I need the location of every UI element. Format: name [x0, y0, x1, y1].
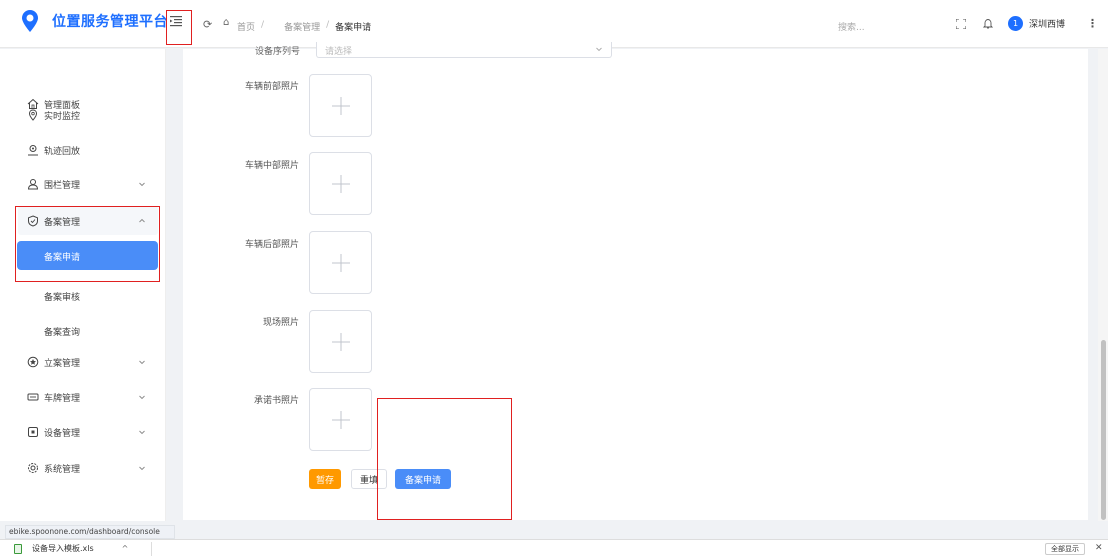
front-photo-upload[interactable] [309, 74, 372, 137]
close-icon[interactable]: ✕ [1095, 543, 1103, 553]
search-input[interactable]: 搜索... [838, 20, 865, 33]
track-icon [28, 145, 38, 156]
scene-photo-label: 现场照片 [262, 318, 299, 328]
breadcrumb-current: 备案申请 [335, 23, 372, 33]
breadcrumb-record-management[interactable]: 备案管理 [284, 20, 320, 33]
annotation-box [166, 10, 192, 45]
breadcrumb-separator: / [326, 20, 330, 30]
middle-photo-upload[interactable] [309, 152, 372, 215]
sidebar-item-label: 车牌管理 [44, 393, 81, 404]
plus-icon [332, 175, 350, 193]
status-bar-url: ebike.spoonone.com/dashboard/console [5, 525, 175, 539]
pledge-photo-upload[interactable] [309, 388, 372, 451]
show-all-button[interactable]: 全部显示 [1045, 543, 1085, 555]
user-name: 深圳西博 [1029, 20, 1066, 30]
app-title: 位置服务管理平台 [52, 14, 168, 30]
sidebar-item-label: 围栏管理 [44, 180, 81, 191]
chevron-down-icon [596, 47, 602, 52]
sidebar-item-realtime-monitor[interactable]: 实时监控 [0, 100, 166, 130]
home-breadcrumb-icon[interactable]: ⌂ [223, 17, 229, 28]
bell-icon[interactable] [983, 18, 993, 30]
sidebar-item-fence[interactable]: 围栏管理 [0, 169, 166, 199]
sidebar-item-label: 立案管理 [44, 358, 81, 369]
plus-icon [332, 254, 350, 272]
case-icon [27, 356, 39, 368]
sidebar-item-system-management[interactable]: 系统管理 [0, 453, 166, 483]
annotation-box [377, 398, 512, 520]
download-bar: 设备导入模板.xls ^ 全部显示 ✕ [0, 539, 1108, 557]
user-menu[interactable]: 1 深圳西博 [1008, 16, 1065, 31]
sidebar-item-track-playback[interactable]: 轨迹回放 [0, 135, 166, 165]
annotation-box [15, 206, 160, 282]
device-icon [28, 427, 38, 437]
breadcrumb-home[interactable]: 首页 [237, 20, 255, 33]
rear-photo-upload[interactable] [309, 231, 372, 294]
plus-icon [332, 97, 350, 115]
avatar: 1 [1008, 16, 1023, 31]
sidebar-item-label: 实时监控 [44, 111, 81, 122]
download-item[interactable]: 设备导入模板.xls ^ [14, 543, 128, 554]
sidebar-item-case-management[interactable]: 立案管理 [0, 347, 166, 377]
excel-file-icon [14, 543, 22, 554]
refresh-icon[interactable]: ⟳ [203, 18, 212, 31]
device-serial-select[interactable]: 请选择 [316, 42, 612, 58]
fullscreen-icon[interactable] [956, 19, 966, 29]
sidebar-item-label: 系统管理 [44, 464, 81, 475]
sidebar-subitem-record-review[interactable]: 备案审核 [0, 280, 166, 310]
scrollbar-thumb[interactable] [1101, 340, 1106, 520]
sidebar-item-plate-management[interactable]: 车牌管理 [0, 382, 166, 412]
sidebar-item-label: 轨迹回放 [44, 146, 81, 157]
pledge-photo-label: 承诺书照片 [253, 396, 299, 406]
plus-icon [332, 333, 350, 351]
divider [151, 542, 152, 556]
chevron-down-icon [139, 395, 145, 400]
rear-photo-label: 车辆后部照片 [244, 240, 299, 250]
chevron-down-icon [139, 182, 145, 187]
sidebar-subitem-label: 备案审核 [44, 293, 81, 303]
save-draft-button[interactable]: 暂存 [309, 469, 341, 489]
sidebar-subitem-record-query[interactable]: 备案查询 [0, 315, 166, 345]
chevron-down-icon [139, 466, 145, 471]
sidebar-subitem-label: 备案查询 [44, 328, 81, 338]
more-vertical-icon[interactable]: ⋮ [1087, 17, 1098, 30]
middle-photo-label: 车辆中部照片 [244, 161, 299, 171]
location-icon [28, 109, 38, 121]
sidebar-item-device-management[interactable]: 设备管理 [0, 417, 166, 447]
scene-photo-upload[interactable] [309, 310, 372, 373]
front-photo-label: 车辆前部照片 [244, 82, 299, 92]
download-file-name: 设备导入模板.xls [32, 544, 94, 553]
plate-icon [27, 393, 39, 401]
device-serial-label: 设备序列号 [255, 47, 301, 57]
gear-icon [28, 463, 38, 473]
location-pin-logo-icon [22, 10, 38, 32]
breadcrumb: 首页 / 备案管理 / 备案申请 [237, 20, 371, 33]
chevron-down-icon [139, 360, 145, 365]
select-placeholder: 请选择 [325, 47, 353, 57]
chevron-down-icon [139, 430, 145, 435]
plus-icon [332, 411, 350, 429]
breadcrumb-separator: / [261, 20, 265, 30]
app-logo[interactable]: 位置服务管理平台 [22, 10, 168, 32]
sidebar-item-label: 设备管理 [44, 428, 81, 439]
content-gutter [168, 49, 183, 521]
chevron-up-icon[interactable]: ^ [122, 544, 129, 553]
fence-icon [27, 179, 39, 190]
